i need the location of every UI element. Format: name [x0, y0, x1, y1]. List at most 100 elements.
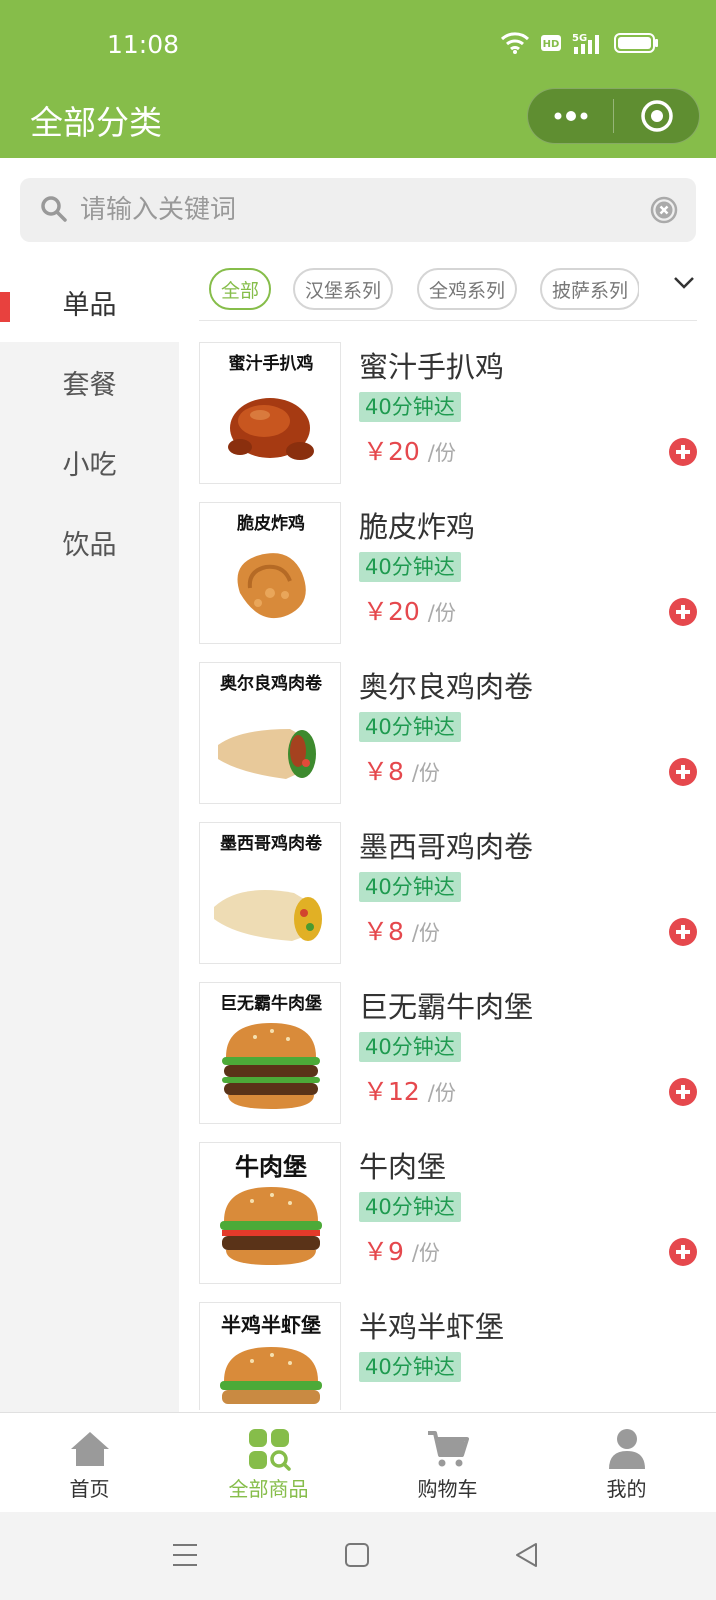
product-item[interactable]: 巨无霸牛肉堡 巨无霸牛肉堡 40分钟达 ￥12 /份 — [199, 982, 699, 1124]
app-header: 11:08 HD 5G 全部分类 — [0, 0, 716, 158]
product-image-caption: 巨无霸牛肉堡 — [220, 994, 322, 1014]
price-unit: /份 — [411, 921, 440, 945]
signal-5g-icon: 5G — [572, 33, 599, 54]
product-item[interactable]: 牛肉堡 牛肉堡 40分钟达 ￥9 /份 — [199, 1142, 699, 1284]
product-image: 奥尔良鸡肉卷 — [199, 662, 341, 804]
product-image: 墨西哥鸡肉卷 — [199, 822, 341, 964]
product-item[interactable]: 奥尔良鸡肉卷 奥尔良鸡肉卷 40分钟达 ￥8 /份 — [199, 662, 699, 804]
product-image: 蜜汁手扒鸡 — [199, 342, 341, 484]
product-image-caption: 奥尔良鸡肉卷 — [220, 674, 322, 694]
search-bar — [20, 178, 696, 242]
product-name: 墨西哥鸡肉卷 — [359, 830, 534, 864]
product-image: 脆皮炸鸡 — [199, 502, 341, 644]
sidebar-item-single[interactable]: 单品 — [0, 262, 179, 342]
delivery-time-badge: 40分钟达 — [359, 552, 461, 582]
product-price: ￥8 /份 — [363, 912, 440, 948]
add-to-cart-button[interactable] — [669, 1238, 697, 1266]
delivery-time-badge: 40分钟达 — [359, 1032, 461, 1062]
tab-mine[interactable]: 我的 — [537, 1413, 716, 1512]
add-to-cart-button[interactable] — [669, 598, 697, 626]
product-price: ￥20 /份 — [363, 432, 456, 468]
expand-tags-icon[interactable] — [673, 276, 695, 290]
product-image: 半鸡半虾堡 — [199, 1302, 341, 1410]
chicken-wrap-image — [218, 729, 316, 779]
back-triangle-icon[interactable] — [514, 1542, 540, 1568]
price-unit: /份 — [427, 601, 456, 625]
tag-burger-series[interactable]: 汉堡系列 — [293, 268, 393, 310]
plus-icon — [676, 1245, 690, 1259]
svg-text:5G: 5G — [572, 33, 587, 44]
delivery-time-badge: 40分钟达 — [359, 1352, 461, 1382]
price-value: ￥20 — [363, 437, 420, 466]
price-value: ￥8 — [363, 757, 404, 786]
plus-icon — [676, 605, 690, 619]
product-name: 半鸡半虾堡 — [359, 1310, 505, 1344]
product-image-caption: 蜜汁手扒鸡 — [228, 354, 314, 374]
menu-icon[interactable] — [172, 1542, 198, 1568]
sidebar-item-label: 饮品 — [62, 529, 117, 561]
sidebar-item-snacks[interactable]: 小吃 — [0, 422, 179, 502]
tags-divider — [199, 320, 697, 321]
add-to-cart-button[interactable] — [669, 1078, 697, 1106]
search-icon — [41, 196, 67, 222]
price-unit: /份 — [411, 1241, 440, 1265]
tag-all[interactable]: 全部 — [209, 268, 271, 310]
price-value: ￥8 — [363, 917, 404, 946]
sidebar-item-label: 套餐 — [62, 369, 117, 401]
more-button[interactable] — [528, 89, 613, 143]
tab-cart[interactable]: 购物车 — [358, 1413, 537, 1512]
tag-chicken-series[interactable]: 全鸡系列 — [417, 268, 517, 310]
close-miniprogram-button[interactable] — [614, 89, 699, 143]
sidebar-item-label: 单品 — [62, 289, 117, 321]
product-name: 巨无霸牛肉堡 — [359, 990, 534, 1024]
tab-home[interactable]: 首页 — [0, 1413, 179, 1512]
search-input[interactable] — [80, 178, 640, 242]
product-item[interactable]: 蜜汁手扒鸡 蜜汁手扒鸡 40分钟达 ￥20 /份 — [199, 342, 699, 484]
bottom-tab-bar: 首页 全部商品 购物车 我的 — [0, 1412, 716, 1512]
tag-pizza-series[interactable]: 披萨系列 — [540, 268, 639, 310]
add-to-cart-button[interactable] — [669, 438, 697, 466]
product-list: 蜜汁手扒鸡 蜜汁手扒鸡 40分钟达 ￥20 /份 脆皮炸鸡 脆皮炸鸡 40分钟达… — [199, 342, 699, 1410]
system-navigation-bar — [0, 1512, 716, 1600]
product-image-caption: 墨西哥鸡肉卷 — [220, 834, 322, 854]
add-to-cart-button[interactable] — [669, 918, 697, 946]
plus-icon — [676, 925, 690, 939]
product-price: ￥8 /份 — [363, 752, 440, 788]
add-to-cart-button[interactable] — [669, 758, 697, 786]
product-name: 蜜汁手扒鸡 — [359, 350, 505, 384]
product-item[interactable]: 脆皮炸鸡 脆皮炸鸡 40分钟达 ￥20 /份 — [199, 502, 699, 644]
price-value: ￥9 — [363, 1237, 404, 1266]
home-square-icon[interactable] — [344, 1542, 370, 1568]
price-unit: /份 — [411, 761, 440, 785]
wifi-icon — [500, 32, 530, 54]
tab-label: 首页 — [69, 1477, 110, 1501]
product-image: 巨无霸牛肉堡 — [199, 982, 341, 1124]
cart-icon — [426, 1427, 470, 1471]
product-name: 脆皮炸鸡 — [359, 510, 476, 544]
product-image-caption: 脆皮炸鸡 — [237, 514, 305, 534]
svg-text:HD: HD — [543, 39, 560, 50]
clear-search-icon[interactable] — [650, 196, 678, 224]
double-burger-image — [222, 1023, 320, 1109]
product-price: ￥9 /份 — [363, 1232, 440, 1268]
product-item[interactable]: 墨西哥鸡肉卷 墨西哥鸡肉卷 40分钟达 ￥8 /份 — [199, 822, 699, 964]
product-name: 奥尔良鸡肉卷 — [359, 670, 534, 704]
sidebar-item-label: 小吃 — [62, 449, 117, 481]
price-unit: /份 — [427, 441, 456, 465]
status-time: 11:08 — [107, 30, 180, 59]
product-item[interactable]: 半鸡半虾堡 半鸡半虾堡 40分钟达 — [199, 1302, 699, 1410]
miniprogram-capsule — [527, 88, 700, 144]
chicken-shrimp-burger-image — [220, 1347, 322, 1404]
sidebar-item-drinks[interactable]: 饮品 — [0, 502, 179, 582]
tab-all-products[interactable]: 全部商品 — [179, 1413, 358, 1512]
home-icon — [68, 1427, 112, 1471]
delivery-time-badge: 40分钟达 — [359, 872, 461, 902]
plus-icon — [676, 765, 690, 779]
hd-icon: HD — [541, 35, 561, 51]
price-value: ￥12 — [363, 1077, 420, 1106]
plus-icon — [676, 1085, 690, 1099]
price-value: ￥20 — [363, 597, 420, 626]
more-dots-icon — [554, 111, 587, 121]
sidebar-item-combo[interactable]: 套餐 — [0, 342, 179, 422]
delivery-time-badge: 40分钟达 — [359, 392, 461, 422]
